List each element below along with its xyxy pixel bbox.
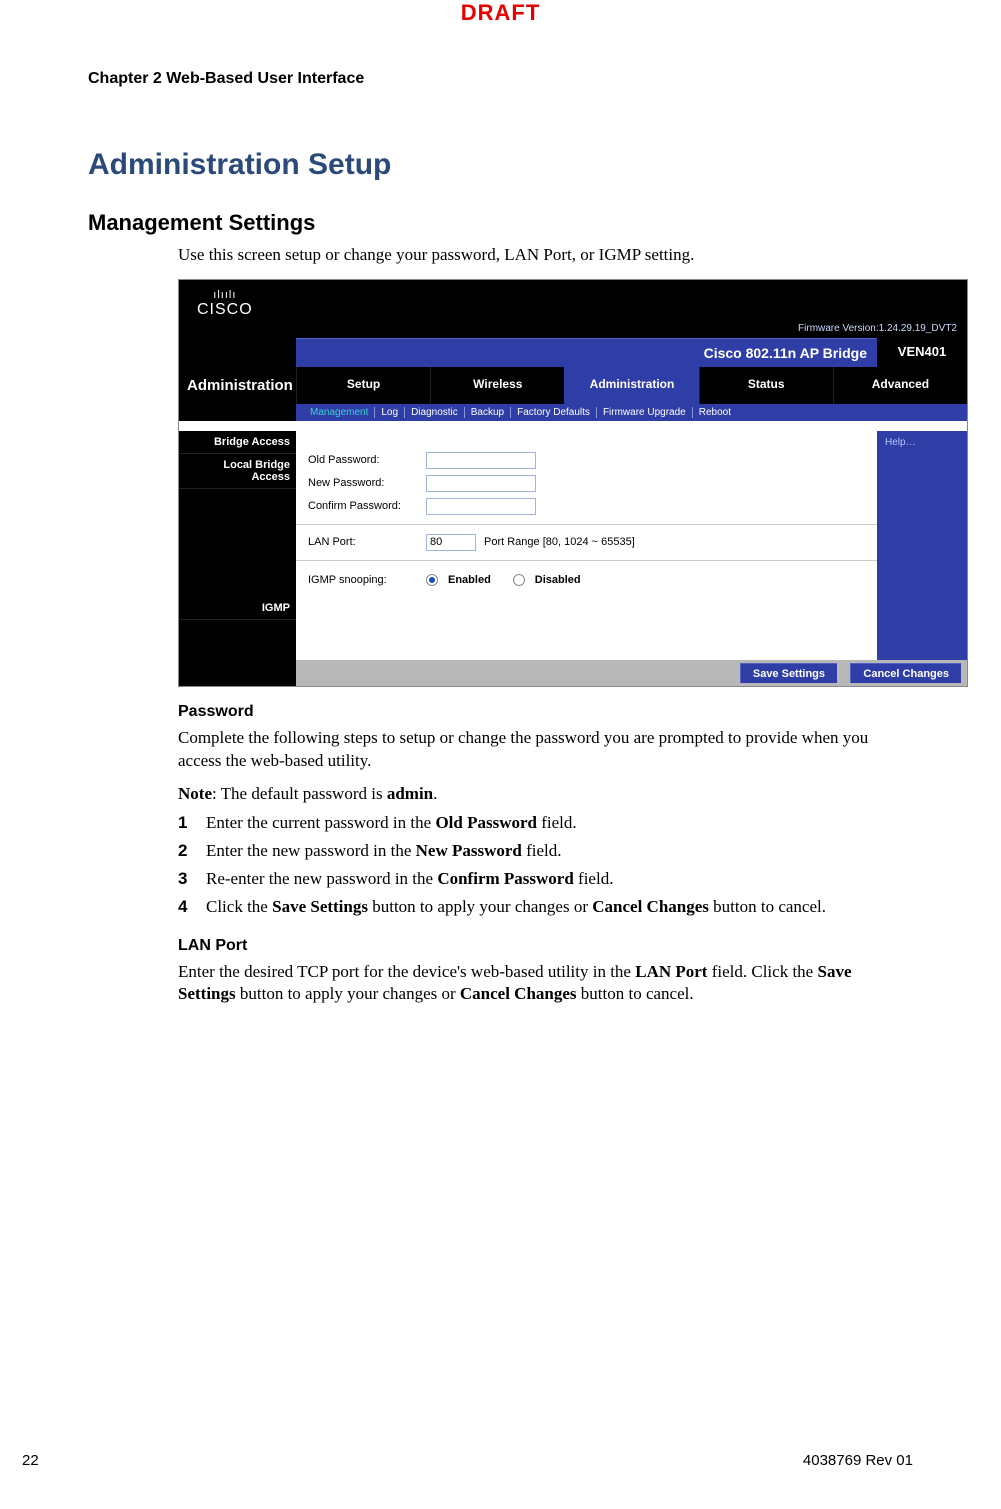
lanport-heading: LAN Port [178,937,913,955]
subtab-reboot[interactable]: Reboot [693,407,737,418]
radio-disabled[interactable] [513,574,525,586]
label-new-password: New Password: [308,477,418,489]
admin-screenshot: ılıılı CISCO Firmware Version:1.24.29.19… [178,279,968,687]
password-heading: Password [178,703,913,721]
label-confirm-password: Confirm Password: [308,500,418,512]
save-settings-button[interactable]: Save Settings [740,663,837,683]
cisco-logo: ılıılı CISCO [197,290,253,318]
password-note: Note: The default password is admin. [178,783,913,806]
password-intro: Complete the following steps to setup or… [178,727,913,773]
subtab-firmware-upgrade[interactable]: Firmware Upgrade [597,407,693,418]
model-label: VEN401 [877,338,967,367]
lan-port-hint: Port Range [80, 1024 ~ 65535] [484,536,635,548]
label-igmp-snooping: IGMP snooping: [308,574,418,586]
tab-status[interactable]: Status [699,367,833,404]
label-enabled: Enabled [448,574,491,586]
old-password-field[interactable] [426,452,536,469]
subtab-management[interactable]: Management [304,407,375,418]
step-1: 1 Enter the current password in the Old … [178,812,913,835]
subtab-log[interactable]: Log [375,407,405,418]
subtab-factory-defaults[interactable]: Factory Defaults [511,407,597,418]
confirm-password-field[interactable] [426,498,536,515]
new-password-field[interactable] [426,475,536,492]
subtab-diagnostic[interactable]: Diagnostic [405,407,465,418]
tab-setup[interactable]: Setup [296,367,430,404]
page-title: Administration Setup [88,148,913,182]
lanport-text: Enter the desired TCP port for the devic… [178,961,913,1007]
side-bridge-access: Bridge Access [179,431,296,454]
chapter-header: Chapter 2 Web-Based User Interface [88,70,913,88]
help-link[interactable]: Help… [877,431,967,660]
firmware-version: Firmware Version:1.24.29.19_DVT2 [798,323,957,334]
tab-wireless[interactable]: Wireless [430,367,564,404]
doc-id: 4038769 Rev 01 [803,1452,913,1469]
radio-enabled[interactable] [426,574,438,586]
label-disabled: Disabled [535,574,581,586]
step-3: 3 Re-enter the new password in the Confi… [178,868,913,891]
label-lan-port: LAN Port: [308,536,418,548]
section-label: Administration [179,367,296,404]
tab-advanced[interactable]: Advanced [833,367,967,404]
tab-administration[interactable]: Administration [564,367,698,404]
product-title: Cisco 802.11n AP Bridge [296,338,877,367]
intro-text: Use this screen setup or change your pas… [178,244,913,267]
lan-port-field[interactable] [426,534,476,551]
subtab-backup[interactable]: Backup [465,407,511,418]
step-4: 4 Click the Save Settings button to appl… [178,896,913,919]
side-igmp: IGMP [179,597,296,620]
cancel-changes-button[interactable]: Cancel Changes [850,663,961,683]
label-old-password: Old Password: [308,454,418,466]
draft-watermark: DRAFT [461,0,541,26]
step-2: 2 Enter the new password in the New Pass… [178,840,913,863]
page-number: 22 [22,1452,39,1469]
section-title: Management Settings [88,210,913,236]
side-local-bridge-access: Local Bridge Access [179,454,296,489]
